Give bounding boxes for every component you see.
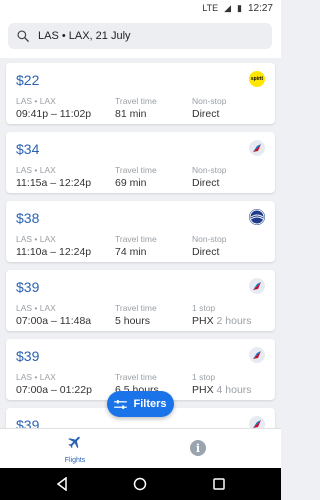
battery-icon: ▮ xyxy=(237,2,242,13)
united-logo-icon xyxy=(249,209,265,225)
american-airlines-logo-icon xyxy=(249,140,265,156)
tab-flights[interactable]: Flights xyxy=(40,434,110,464)
stops-label: 1 stop xyxy=(192,303,216,313)
stops-label: 1 stop xyxy=(192,372,216,382)
flight-price: $39 xyxy=(16,279,40,295)
stops-label: Non-stop xyxy=(192,234,227,244)
american-airlines-logo-icon xyxy=(249,347,265,363)
flight-card[interactable]: $39 LAS • LAX 07:00a – 11:48a Travel time… xyxy=(6,270,275,331)
flight-price: $39 xyxy=(16,348,40,364)
airplane-icon xyxy=(68,436,80,449)
search-header: LAS • LAX, 21 July xyxy=(0,16,281,58)
flight-card[interactable]: $38 LAS • LAX 11:10a – 12:24p Travel time… xyxy=(6,201,275,262)
stops-value: Direct xyxy=(192,246,220,258)
stops-value: Direct xyxy=(192,108,220,120)
signal-icon: ◢ xyxy=(224,2,232,13)
home-icon[interactable] xyxy=(133,477,147,491)
flight-price: $38 xyxy=(16,210,40,226)
flight-price: $22 xyxy=(16,72,40,88)
flight-price: $34 xyxy=(16,141,40,157)
flight-duration: 74 min xyxy=(115,246,147,258)
flight-card[interactable]: $34 LAS • LAX 11:15a – 12:24p Travel time… xyxy=(6,132,275,193)
flight-duration: 81 min xyxy=(115,108,147,120)
search-input[interactable]: LAS • LAX, 21 July xyxy=(8,23,272,49)
flight-times: 09:41p – 11:02p xyxy=(16,108,92,120)
flight-route: LAS • LAX xyxy=(16,234,56,244)
flight-times: 07:00a – 01:22p xyxy=(16,384,92,396)
travel-time-label: Travel time xyxy=(115,96,157,106)
american-airlines-logo-icon xyxy=(249,278,265,294)
filters-button-label: Filters xyxy=(133,398,167,410)
flight-route: LAS • LAX xyxy=(16,165,56,175)
american-airlines-logo-icon xyxy=(249,416,265,428)
travel-time-label: Travel time xyxy=(115,372,157,382)
travel-time-label: Travel time xyxy=(115,165,157,175)
flight-duration: 69 min xyxy=(115,177,147,189)
search-query-text: LAS • LAX, 21 July xyxy=(38,30,131,42)
flight-times: 11:15a – 12:24p xyxy=(16,177,92,189)
status-time: 12:27 xyxy=(247,2,273,14)
recents-icon[interactable] xyxy=(212,477,226,491)
layover-duration: 2 hours xyxy=(216,315,252,327)
travel-time-label: Travel time xyxy=(115,234,157,244)
travel-time-label: Travel time xyxy=(115,303,157,313)
back-icon[interactable] xyxy=(55,477,69,491)
stops-label: Non-stop xyxy=(192,96,227,106)
flight-route: LAS • LAX xyxy=(16,96,56,106)
network-icon: LTE xyxy=(202,3,219,13)
flight-duration: 5 hours xyxy=(115,315,151,327)
flight-card[interactable]: $22 spirit LAS • LAX 09:41p – 11:02p Trav… xyxy=(6,63,275,124)
stops-value: PHX xyxy=(192,384,214,396)
flight-times: 07:00a – 11:48a xyxy=(16,315,92,327)
spirit-logo-icon: spirit xyxy=(249,71,265,87)
bottom-tab-bar: Flights i xyxy=(0,428,281,468)
flight-route: LAS • LAX xyxy=(16,303,56,313)
info-icon[interactable]: i xyxy=(190,440,206,456)
flight-times: 11:10a – 12:24p xyxy=(16,246,92,258)
tab-flights-label: Flights xyxy=(64,457,86,464)
layover-duration: 4 hours xyxy=(216,384,252,396)
stops-value: PHX xyxy=(192,315,214,327)
flight-results-list[interactable]: $22 spirit LAS • LAX 09:41p – 11:02p Trav… xyxy=(0,58,281,428)
search-icon xyxy=(17,30,29,42)
system-nav-bar xyxy=(0,468,281,500)
filters-icon xyxy=(114,399,128,409)
status-bar: LTE ◢ ▮ 12:27 xyxy=(0,0,281,16)
stops-value: Direct xyxy=(192,177,220,189)
flight-price: $39 xyxy=(16,417,40,428)
flight-route: LAS • LAX xyxy=(16,372,56,382)
stops-label: Non-stop xyxy=(192,165,227,175)
filters-button[interactable]: Filters xyxy=(107,391,174,417)
